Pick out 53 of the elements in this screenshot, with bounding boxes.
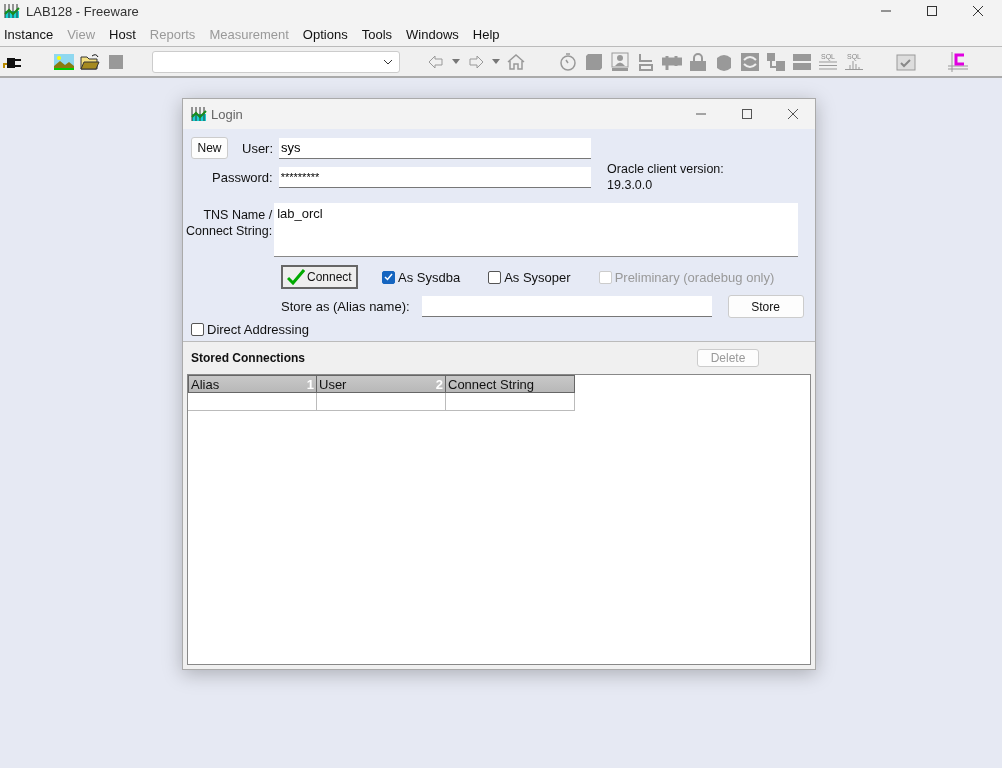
new-button[interactable]: New <box>191 137 228 159</box>
calendar-icon[interactable] <box>896 51 916 72</box>
landscape-picture-icon[interactable] <box>54 51 74 72</box>
client-version: 19.3.0.0 <box>607 177 654 193</box>
maximize-icon[interactable] <box>741 108 753 120</box>
checkmark-icon <box>287 269 305 285</box>
connect-button[interactable]: Connect <box>281 265 358 289</box>
direct-addressing-checkbox[interactable]: Direct Addressing <box>191 322 811 337</box>
maximize-icon[interactable] <box>926 5 938 17</box>
home-icon[interactable] <box>506 51 526 72</box>
window-title: LAB128 - Freeware <box>26 3 139 19</box>
combo-box[interactable] <box>152 50 400 73</box>
column-header[interactable]: User 2 <box>317 375 446 393</box>
option-checkbox[interactable]: As Sysoper <box>488 269 571 285</box>
caret-icon[interactable] <box>452 59 460 64</box>
stacked-pages-icon[interactable] <box>584 51 604 72</box>
checkmark-icon <box>384 273 393 281</box>
menu-item[interactable]: Options <box>302 26 348 42</box>
client-version-label: Oracle client version: <box>607 161 724 177</box>
alias-label: Store as (Alias name): <box>281 299 410 314</box>
option-checkbox[interactable]: As Sysdba <box>382 269 461 285</box>
alias-field[interactable] <box>421 296 712 317</box>
app-logo-icon <box>191 106 207 122</box>
caret-icon[interactable] <box>492 59 500 64</box>
menu-item[interactable]: Instance <box>4 26 54 42</box>
stored-connections-title: Stored Connections <box>191 351 305 365</box>
app-logo-icon <box>4 3 20 19</box>
person-icon[interactable] <box>610 51 630 72</box>
chevron-icon <box>383 58 393 65</box>
user-label: User: <box>242 140 274 156</box>
menu-item[interactable]: Host <box>109 26 136 42</box>
user-field[interactable]: sys <box>279 137 592 159</box>
password-field[interactable]: ********* <box>278 167 591 188</box>
store-button[interactable]: Store <box>727 295 804 318</box>
split-panel-icon[interactable] <box>792 51 812 72</box>
menu-item[interactable]: Tools <box>361 26 393 42</box>
password-label: Password: <box>212 170 273 185</box>
swap-icon[interactable] <box>740 51 760 72</box>
menu-item[interactable]: Windows <box>406 26 459 42</box>
close-icon[interactable] <box>972 5 984 17</box>
connect-string-field[interactable]: lab_orcl <box>274 203 799 257</box>
menu-item[interactable]: Help <box>472 26 500 42</box>
close-icon[interactable] <box>787 108 799 120</box>
column-header[interactable]: Alias 1 <box>188 375 317 393</box>
grid-c-icon[interactable] <box>948 51 968 72</box>
dialog-title: Login <box>211 106 243 122</box>
stopwatch-icon[interactable] <box>558 51 578 72</box>
column-header[interactable]: Connect String <box>446 375 575 393</box>
tns-label: TNS Name / Connect String: <box>186 207 273 239</box>
folder-icon[interactable] <box>80 51 100 72</box>
lock-icon[interactable] <box>688 51 708 72</box>
tree-structure-icon[interactable] <box>766 51 786 72</box>
bracket-icon[interactable] <box>636 51 656 72</box>
